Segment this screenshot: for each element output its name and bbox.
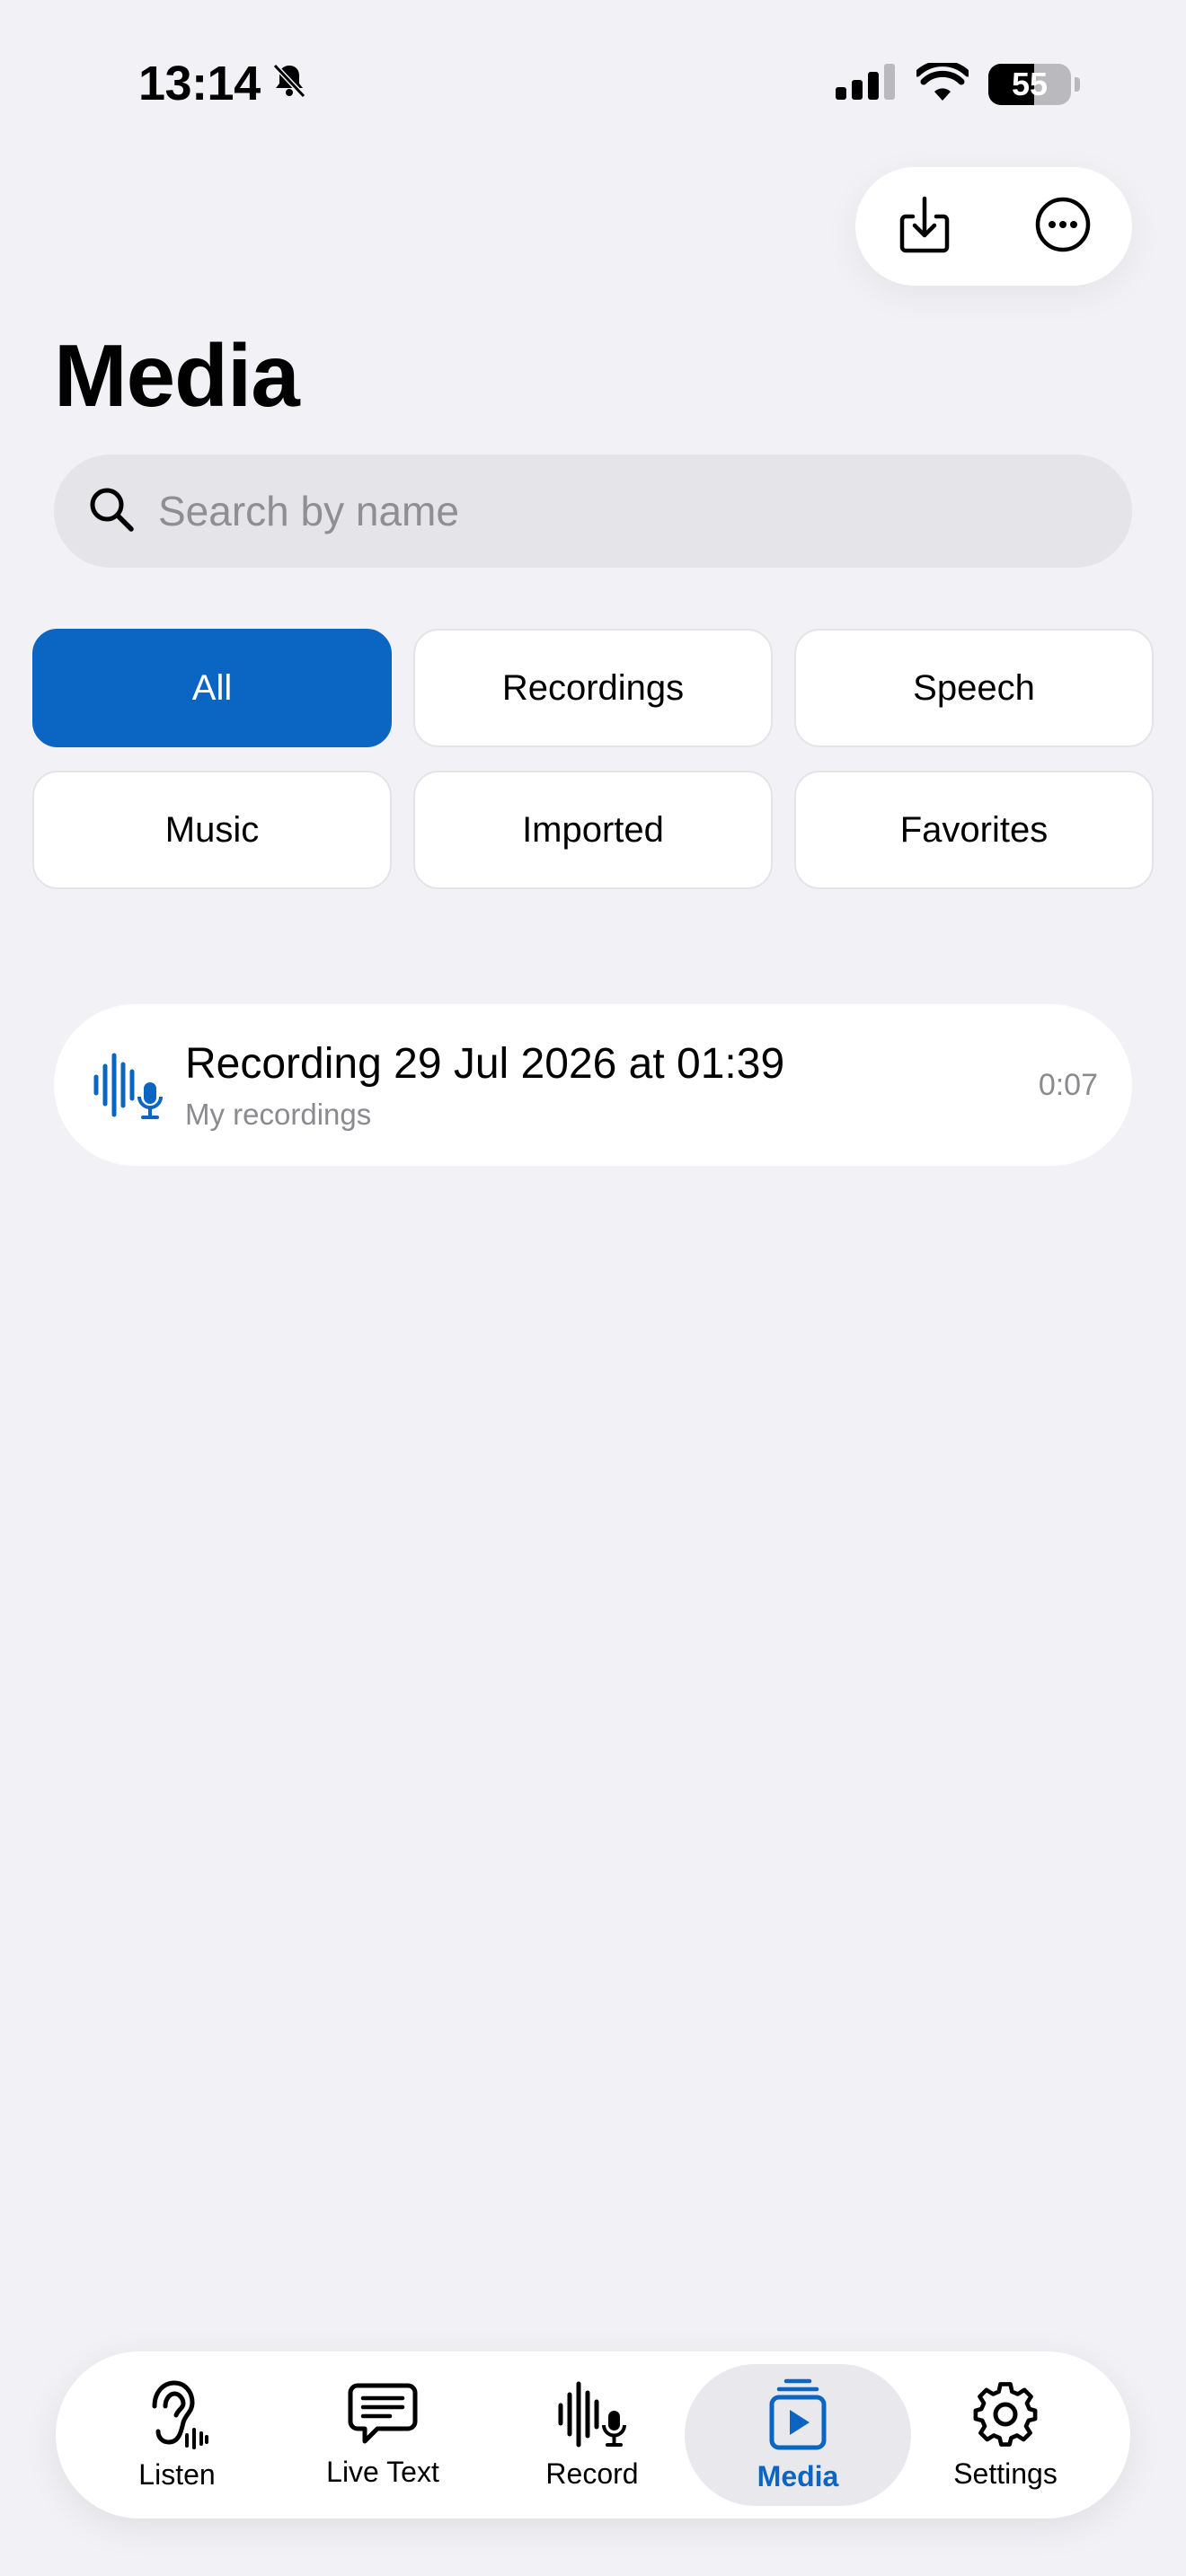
page-title: Media — [54, 326, 300, 425]
waveform-mic-icon — [556, 2380, 628, 2448]
top-action-group — [855, 167, 1132, 286]
gear-icon — [971, 2380, 1040, 2448]
media-play-icon — [768, 2378, 828, 2451]
filter-chip-speech[interactable]: Speech — [794, 629, 1154, 747]
waveform-mic-icon — [92, 1048, 165, 1122]
tab-label: Media — [757, 2459, 839, 2492]
import-button[interactable] — [875, 177, 974, 276]
tab-label: Listen — [138, 2457, 216, 2491]
battery-icon: 55 — [988, 63, 1071, 105]
status-indicators: 55 — [836, 60, 1080, 105]
search-icon — [88, 486, 135, 537]
status-time: 13:14 — [138, 56, 309, 111]
tab-listen[interactable]: Listen — [75, 2364, 279, 2506]
status-time-text: 13:14 — [138, 57, 261, 110]
tab-settings[interactable]: Settings — [904, 2364, 1107, 2506]
speech-bubble-icon — [347, 2382, 419, 2447]
filter-chip-imported[interactable]: Imported — [413, 771, 773, 889]
wifi-icon — [914, 60, 971, 105]
tab-live-text[interactable]: Live Text — [281, 2364, 484, 2506]
recording-title: Recording 29 Jul 2026 at 01:39 — [185, 1039, 785, 1088]
search-bar[interactable] — [54, 454, 1132, 568]
filter-chip-recordings[interactable]: Recordings — [413, 629, 773, 747]
battery-level: 55 — [1011, 65, 1049, 102]
cellular-signal-icon — [836, 64, 897, 104]
tab-label: Live Text — [326, 2455, 439, 2488]
recording-duration: 0:07 — [1038, 1067, 1098, 1102]
tab-label: Settings — [953, 2457, 1058, 2490]
tab-bar: Listen Live Text Record Media Settings — [56, 2351, 1130, 2519]
recording-text: Recording 29 Jul 2026 at 01:39 My record… — [185, 1039, 1039, 1132]
more-icon — [1034, 196, 1092, 258]
filter-chip-music[interactable]: Music — [32, 771, 392, 889]
more-button[interactable] — [1013, 177, 1112, 276]
search-input[interactable] — [158, 487, 1057, 535]
media-screen: 13:14 55 Media Search by name All Record… — [0, 0, 1186, 2576]
filter-chip-all[interactable]: All — [32, 629, 392, 747]
battery-cap — [1075, 76, 1080, 92]
ear-icon — [146, 2379, 208, 2449]
filter-chips: All Recordings Speech Music Imported Fav… — [32, 629, 1154, 889]
tab-record[interactable]: Record — [491, 2364, 694, 2506]
recording-subtitle: My recordings — [185, 1097, 372, 1131]
list-item[interactable]: Recording 29 Jul 2026 at 01:39 My record… — [54, 1004, 1132, 1166]
tab-label: Record — [545, 2457, 639, 2490]
filter-chip-favorites[interactable]: Favorites — [794, 771, 1154, 889]
bell-slash-icon — [270, 56, 309, 111]
tab-media[interactable]: Media — [685, 2364, 911, 2506]
import-icon — [897, 195, 952, 259]
